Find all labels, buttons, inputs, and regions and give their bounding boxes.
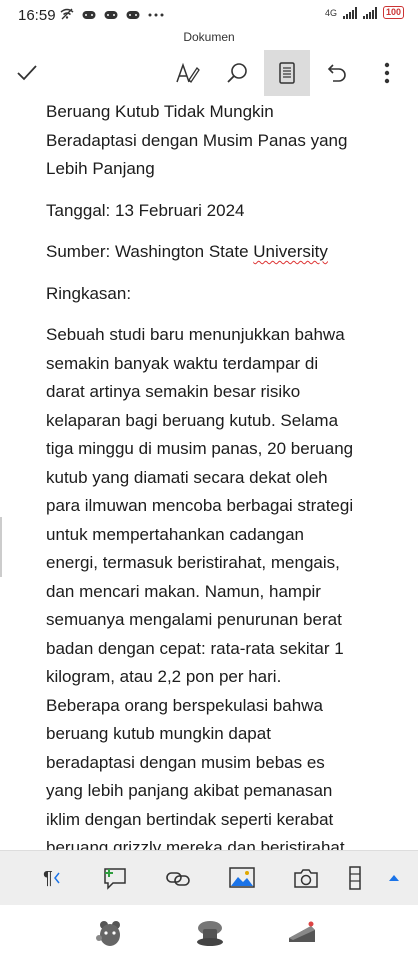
reading-view-button[interactable] bbox=[264, 50, 310, 96]
insert-picture-button[interactable] bbox=[224, 860, 260, 896]
body-line: Sebuah studi baru menunjukkan bahwa bbox=[46, 325, 345, 344]
status-bar: 16:59 4G 100 bbox=[0, 0, 418, 30]
body-line: kilogram, atau 2,2 pon per hari. bbox=[46, 667, 282, 686]
signal-icon bbox=[342, 6, 357, 19]
body-line: untuk mempertahankan cadangan bbox=[46, 524, 305, 544]
body-line: badan dengan cepat: rata-rata sekitar 1 bbox=[46, 638, 344, 658]
undo-button[interactable] bbox=[314, 50, 360, 96]
camera-button[interactable] bbox=[288, 860, 324, 896]
navigation-bar bbox=[0, 905, 418, 960]
table-icon bbox=[349, 866, 361, 890]
paragraph-icon: ¶ bbox=[43, 867, 53, 888]
undo-icon bbox=[327, 64, 346, 82]
body-line: darat artinya semakin besar risiko bbox=[46, 382, 301, 401]
spellcheck-word[interactable]: University bbox=[253, 242, 328, 261]
wifi-off-icon bbox=[60, 8, 74, 23]
body-line: yang lebih panjang akibat pemanasan bbox=[46, 781, 333, 800]
paragraph-button[interactable]: ¶ bbox=[34, 860, 70, 896]
page-title: Dokumen bbox=[183, 30, 235, 44]
body-line: semuanya mengalami penurunan berat bbox=[46, 610, 342, 629]
body-line: kutub yang diamati secara dekat oleh bbox=[46, 467, 328, 487]
nav-home-button[interactable] bbox=[188, 913, 232, 953]
bottom-toolbar: ¶ bbox=[0, 850, 418, 905]
game-controller-icon bbox=[126, 8, 140, 23]
mobile-view-icon bbox=[279, 62, 295, 84]
search-icon bbox=[227, 63, 247, 83]
system-indicators: 4G 100 bbox=[325, 6, 404, 19]
doc-title-line: Beruang Kutub Tidak Mungkin bbox=[46, 102, 274, 121]
doc-title-line: Lebih Panjang bbox=[46, 159, 155, 178]
more-vertical-icon bbox=[384, 62, 390, 84]
done-button[interactable] bbox=[4, 50, 50, 96]
nav-recents-button[interactable] bbox=[280, 913, 324, 953]
notification-icons bbox=[60, 8, 164, 23]
doc-source-line: Sumber: Washington State University bbox=[46, 238, 386, 267]
body-line: Beberapa orang berspekulasi bahwa bbox=[46, 695, 323, 715]
insert-link-button[interactable] bbox=[160, 860, 196, 896]
link-icon bbox=[166, 872, 190, 886]
body-line: semakin banyak waktu terdampar di bbox=[46, 353, 319, 373]
body-line: dan mencari makan. Namun, hampir bbox=[46, 581, 321, 601]
checkmark-icon bbox=[17, 65, 37, 81]
hat-mascot-icon bbox=[197, 921, 223, 946]
status-time: 16:59 bbox=[18, 7, 56, 24]
insert-table-button[interactable] bbox=[342, 860, 368, 896]
triangle-up-icon bbox=[389, 875, 399, 881]
nav-back-button[interactable] bbox=[88, 913, 132, 953]
body-line: iklim dengan bertindak seperti kerabat bbox=[46, 809, 334, 829]
signal-icon bbox=[362, 6, 377, 19]
doc-title-line: Beradaptasi dengan Musim Panas yang bbox=[46, 130, 348, 150]
game-controller-icon bbox=[104, 8, 118, 23]
picture-icon bbox=[229, 867, 255, 888]
more-options-button[interactable] bbox=[364, 50, 410, 96]
doc-summary-heading: Ringkasan: bbox=[46, 283, 132, 303]
format-text-button[interactable] bbox=[164, 50, 210, 96]
game-controller-icon bbox=[82, 8, 96, 23]
body-line: beradaptasi dengan musim bebas es bbox=[46, 752, 325, 772]
body-line: tiga minggu di musim panas, 20 beruang bbox=[46, 439, 354, 458]
text-format-pen-icon bbox=[176, 62, 200, 84]
body-line: kelaparan bagi beruang kutub. Selama bbox=[46, 410, 339, 430]
body-line: beruang grizzly mereka dan beristirahat bbox=[46, 838, 345, 850]
expand-toolbar-button[interactable] bbox=[376, 860, 412, 896]
body-line: para ilmuwan mencoba berbagai strategi bbox=[46, 496, 354, 515]
scroll-indicator[interactable] bbox=[0, 517, 2, 577]
document-body[interactable]: Beruang Kutub Tidak Mungkin Beradaptasi … bbox=[46, 98, 386, 850]
battery-icon: 100 bbox=[382, 6, 404, 19]
camera-icon bbox=[294, 869, 318, 888]
more-notifications-icon bbox=[148, 8, 164, 23]
network-type: 4G bbox=[324, 7, 337, 18]
chevron-left-icon bbox=[53, 872, 60, 884]
source-prefix: Sumber: Washington State bbox=[46, 242, 254, 261]
top-toolbar bbox=[0, 50, 418, 98]
add-comment-button[interactable] bbox=[97, 860, 133, 896]
doc-date-line: Tanggal: 13 Februari 2024 bbox=[46, 200, 245, 220]
body-line: energi, termasuk beristirahat, mengais, bbox=[46, 553, 340, 572]
body-line: beruang kutub mungkin dapat bbox=[46, 724, 271, 743]
search-button[interactable] bbox=[214, 50, 260, 96]
cake-slice-icon bbox=[289, 921, 315, 942]
bear-mascot-icon bbox=[96, 921, 120, 946]
comment-add-icon bbox=[104, 868, 126, 890]
